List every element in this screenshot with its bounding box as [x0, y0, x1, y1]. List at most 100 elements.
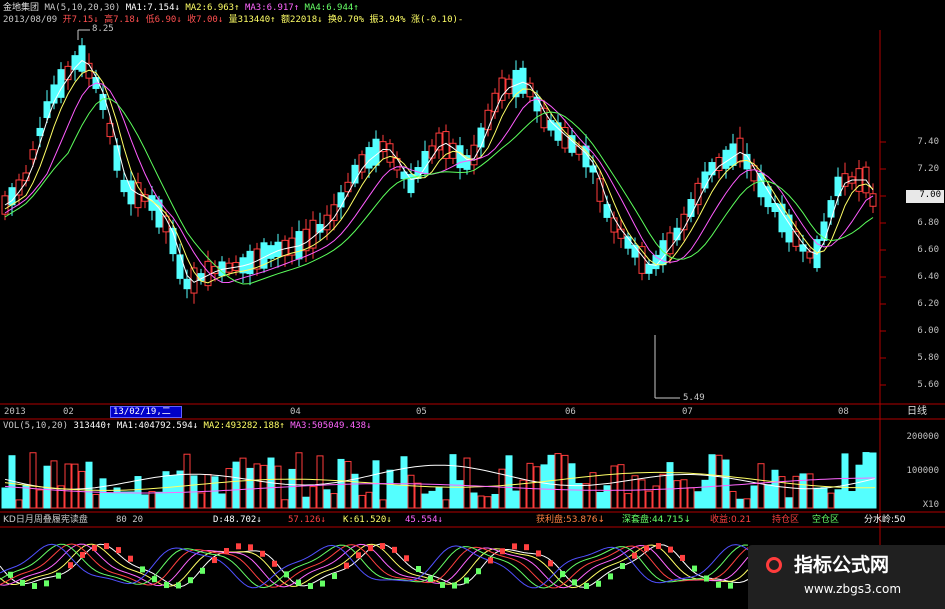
volume-bar: [281, 499, 289, 509]
volume-bar: [554, 453, 562, 509]
indicator-marker: [272, 560, 277, 567]
indicator-marker: [44, 580, 49, 587]
volume-bar: [29, 452, 37, 509]
indicator-marker: [176, 582, 181, 589]
candle-body: [428, 145, 436, 159]
volume-bar: [372, 460, 380, 509]
volume-bar: [505, 455, 513, 509]
price-tick: 6.00: [917, 326, 939, 336]
volume-bar: [463, 457, 471, 509]
indicator-marker: [656, 543, 661, 550]
volume-bar: [820, 487, 828, 509]
candle-body: [36, 127, 44, 137]
current-price-marker: 7.00: [906, 190, 944, 203]
volume-bar: [484, 496, 492, 509]
indicator-marker: [224, 548, 229, 555]
watermark-url: www.zbgs3.com: [804, 582, 902, 596]
indicator-marker: [116, 547, 121, 554]
date-month: 06: [565, 407, 576, 417]
candle-body: [841, 173, 849, 187]
volume-bar: [288, 468, 296, 509]
volume-bar: [582, 483, 590, 509]
quote-close: 收7.00↓: [187, 15, 224, 25]
volume-bar: [806, 473, 814, 509]
indicator-marker: [200, 567, 205, 574]
indicator-marker: [68, 562, 73, 569]
logo-icon: [766, 557, 782, 573]
volume-ma3: MA3:505049.438↓: [290, 421, 372, 431]
indicator-j2: 45.554↓: [405, 515, 443, 525]
indicator-marker: [332, 573, 337, 580]
period-tab[interactable]: 日线: [907, 406, 927, 417]
volume-bar: [323, 489, 331, 509]
volume-bar: [435, 486, 443, 509]
volume-bar: [631, 475, 639, 509]
candle-body: [183, 278, 191, 290]
volume-bar: [785, 497, 793, 509]
candle-body: [337, 192, 345, 208]
candle-body: [274, 241, 282, 258]
volume-bar: [666, 462, 674, 509]
volume-bar: [841, 453, 849, 509]
volume-bar: [92, 493, 100, 509]
price-tick: 7.20: [917, 164, 939, 174]
volume-bar: [99, 478, 107, 509]
volume-bar: [211, 476, 219, 509]
volume-bar: [141, 494, 149, 509]
indicator-marker: [524, 544, 529, 551]
volume-bar: [694, 491, 702, 509]
indicator-marker: [728, 582, 733, 589]
volume-bar: [638, 479, 646, 509]
indicator-marker: [536, 550, 541, 557]
volume-bar: [120, 491, 128, 509]
indicator-marker: [416, 565, 421, 572]
candle-body: [491, 92, 499, 113]
volume-tick: X10: [922, 500, 939, 510]
indicator-zone-hold: 持仓区: [772, 515, 800, 525]
volume-bar: [36, 489, 44, 509]
volume-bar: [575, 482, 583, 509]
candle-body: [498, 77, 506, 101]
volume-bar: [715, 454, 723, 509]
candle-body: [372, 138, 380, 166]
volume-bar: [330, 493, 338, 509]
volume-bar: [148, 491, 156, 509]
volume-bar: [729, 490, 737, 509]
volume-bar: [365, 491, 373, 509]
candle-body: [757, 172, 765, 198]
indicator-divider: 分水岭:50: [864, 515, 906, 525]
indicator-marker: [56, 572, 61, 579]
indicator-marker: [608, 573, 613, 580]
indicator-marker: [128, 555, 133, 562]
indicator-marker: [236, 543, 241, 550]
indicator-marker: [212, 557, 217, 564]
volume-tick: 100000: [906, 466, 939, 476]
volume-bar: [393, 484, 401, 509]
indicator-j1: 57.126↓: [288, 515, 326, 525]
volume-bar: [533, 466, 541, 509]
volume-bar: [645, 490, 653, 509]
date-year: 2013: [4, 407, 26, 417]
volume-bar: [491, 493, 499, 509]
main-header: 金地集团 MA(5,10,20,30) MA1:7.154↓ MA2:6.963…: [3, 3, 359, 14]
volume-tick: 200000: [906, 432, 939, 442]
indicator-marker: [440, 581, 445, 588]
volume-bar: [540, 464, 548, 509]
candle-body: [379, 141, 387, 153]
volume-bar: [176, 470, 184, 509]
candle-body: [267, 245, 275, 259]
price-tick: 6.20: [917, 299, 939, 309]
stock-name: 金地集团: [3, 3, 40, 13]
indicator-marker: [596, 580, 601, 587]
indicator-marker: [296, 579, 301, 586]
quote-line: 2013/08/09 开7.15↓ 高7.18↓ 低6.90↓ 收7.00↓ 量…: [3, 15, 463, 26]
watermark-panel: 指标公式网 www.zbgs3.com: [748, 545, 945, 609]
date-month: 05: [416, 407, 427, 417]
candle-body: [554, 122, 562, 141]
indicator-zone-empty: 空仓区: [812, 515, 840, 525]
indicator-marker: [140, 566, 145, 573]
ma1-value: MA1:7.154↓: [125, 3, 180, 13]
indicator-trap: 深套盘:44.715↓: [622, 515, 692, 525]
indicator-marker: [704, 575, 709, 582]
candle-body: [596, 178, 604, 202]
